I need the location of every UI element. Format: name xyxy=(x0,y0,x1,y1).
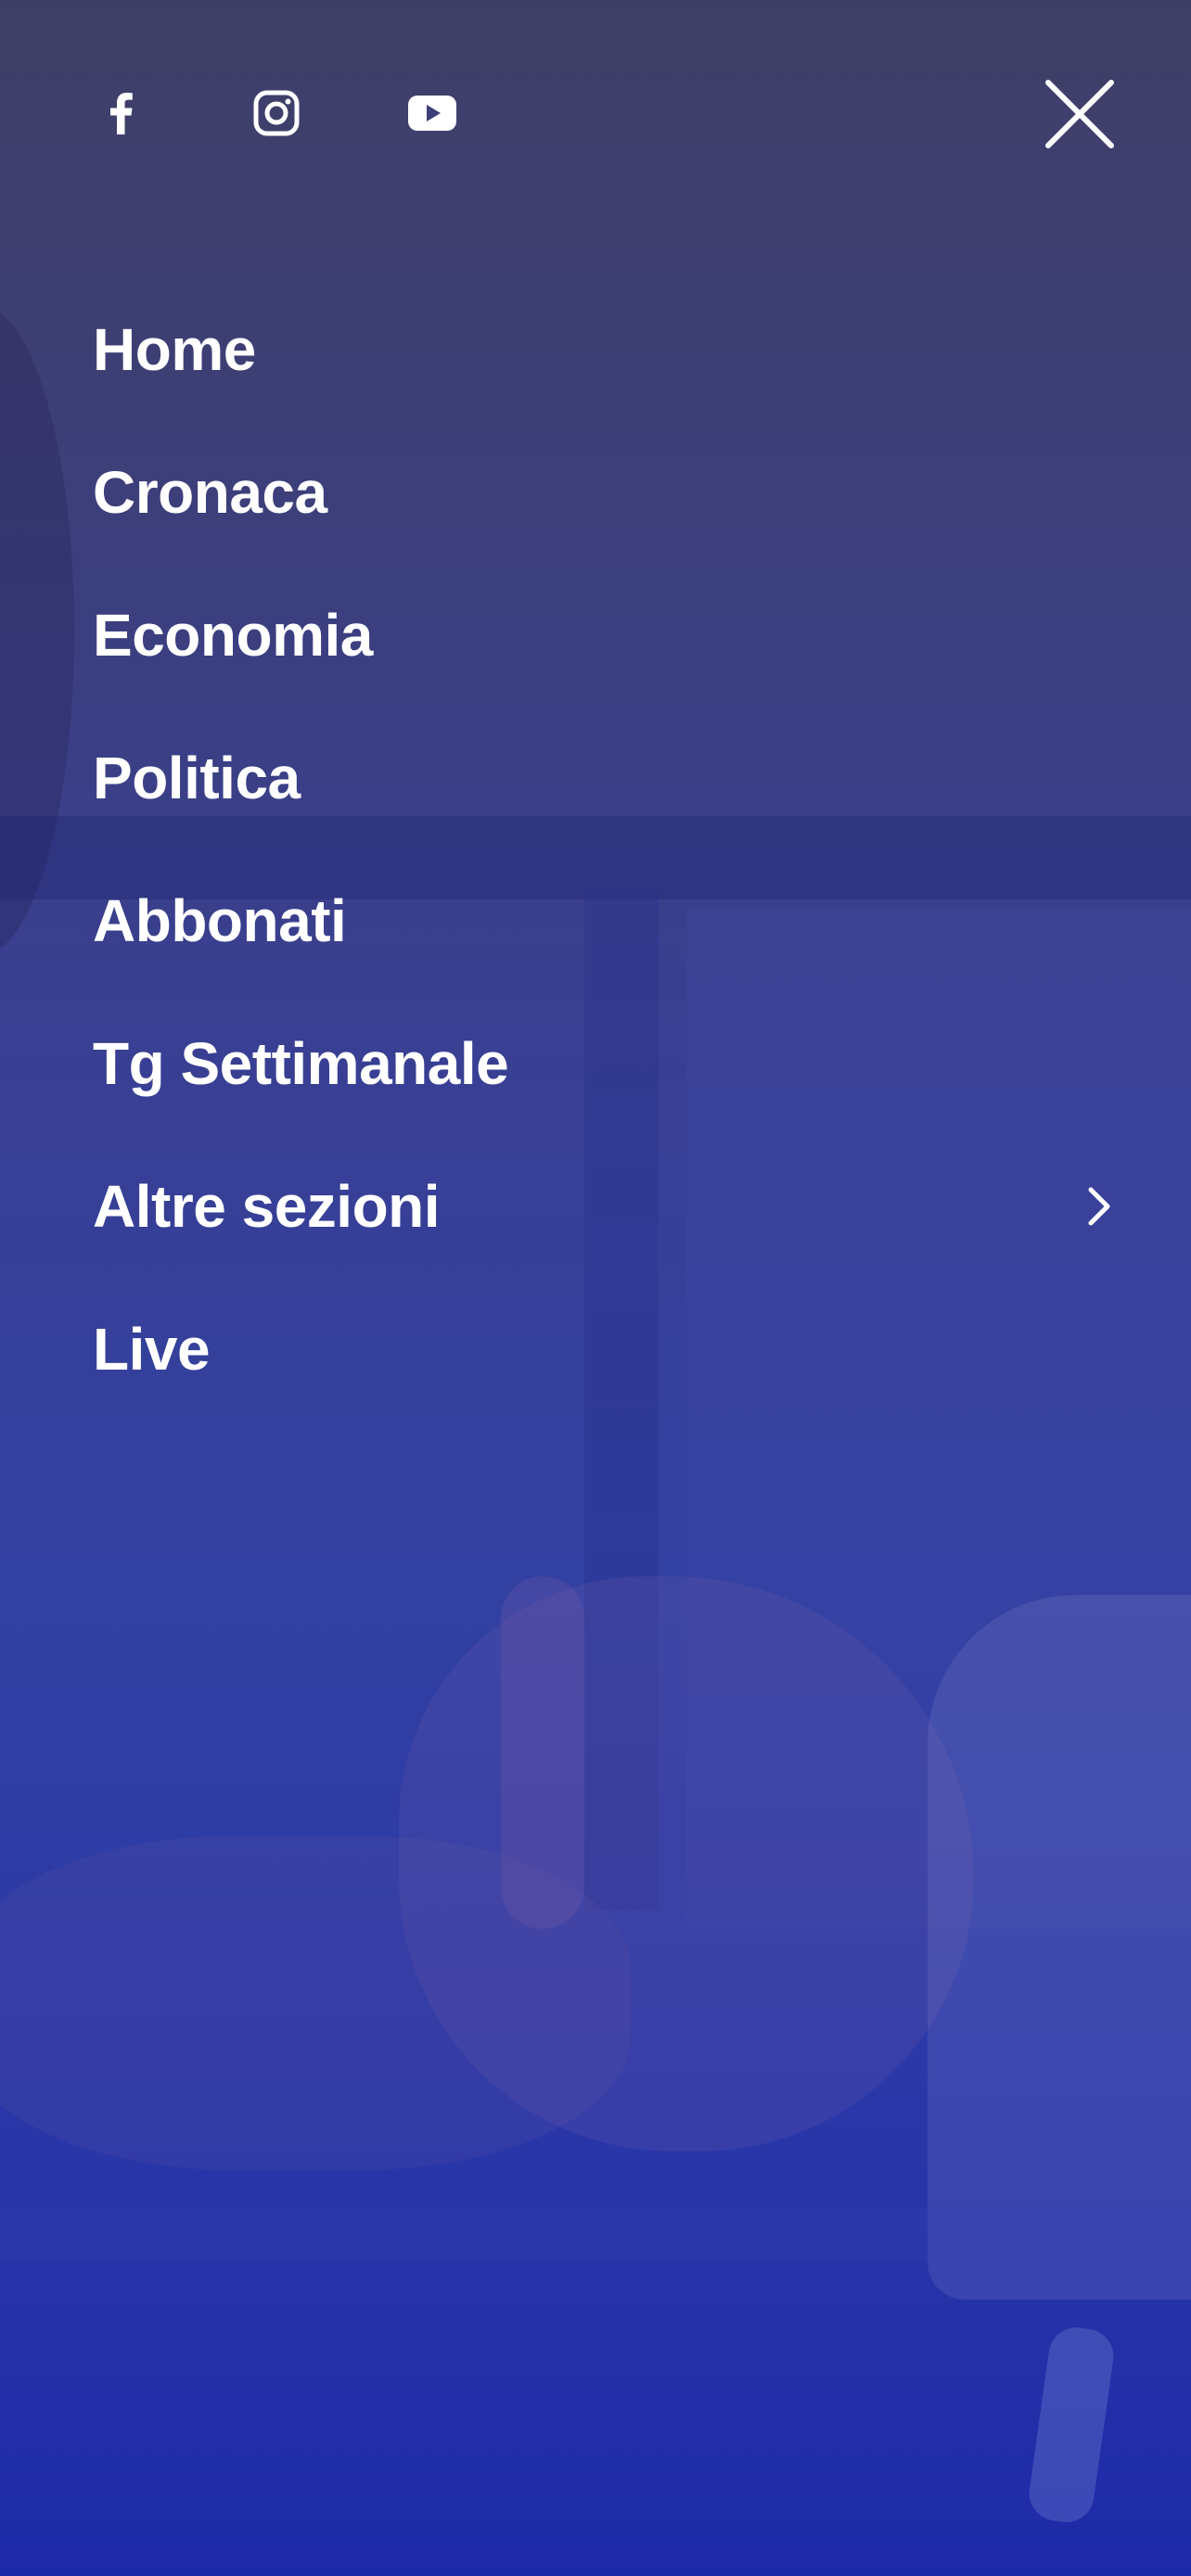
main-nav-list: Home Cronaca Economia Politica Abbonati … xyxy=(93,278,1122,1421)
navigation-menu: Home Cronaca Economia Politica Abbonati … xyxy=(0,0,1191,2576)
nav-item-label: Economia xyxy=(93,602,373,669)
nav-item-label: Altre sezioni xyxy=(93,1173,441,1240)
nav-item-label: Abbonati xyxy=(93,887,347,954)
facebook-icon xyxy=(107,92,134,134)
nav-item-label: Live xyxy=(93,1316,211,1383)
nav-item-altre-sezioni[interactable]: Altre sezioni xyxy=(93,1135,1122,1278)
nav-item-home[interactable]: Home xyxy=(93,278,1122,421)
nav-item-label: Home xyxy=(93,316,256,383)
youtube-icon xyxy=(407,95,457,132)
nav-item-label: Cronaca xyxy=(93,459,327,526)
nav-item-tg-settimanale[interactable]: Tg Settimanale xyxy=(93,992,1122,1135)
facebook-link[interactable] xyxy=(93,85,148,141)
nav-item-politica[interactable]: Politica xyxy=(93,707,1122,849)
youtube-link[interactable] xyxy=(404,85,460,141)
instagram-link[interactable] xyxy=(249,85,304,141)
close-button[interactable] xyxy=(1043,79,1117,153)
nav-item-label: Politica xyxy=(93,745,301,811)
nav-item-label: Tg Settimanale xyxy=(93,1030,509,1097)
nav-item-abbonati[interactable]: Abbonati xyxy=(93,849,1122,992)
nav-item-economia[interactable]: Economia xyxy=(93,564,1122,707)
close-icon xyxy=(1044,79,1115,154)
nav-item-cronaca[interactable]: Cronaca xyxy=(93,421,1122,564)
nav-item-live[interactable]: Live xyxy=(93,1278,1122,1421)
chevron-right-icon[interactable] xyxy=(1076,1183,1122,1230)
instagram-icon xyxy=(252,89,301,137)
social-links xyxy=(93,85,560,141)
